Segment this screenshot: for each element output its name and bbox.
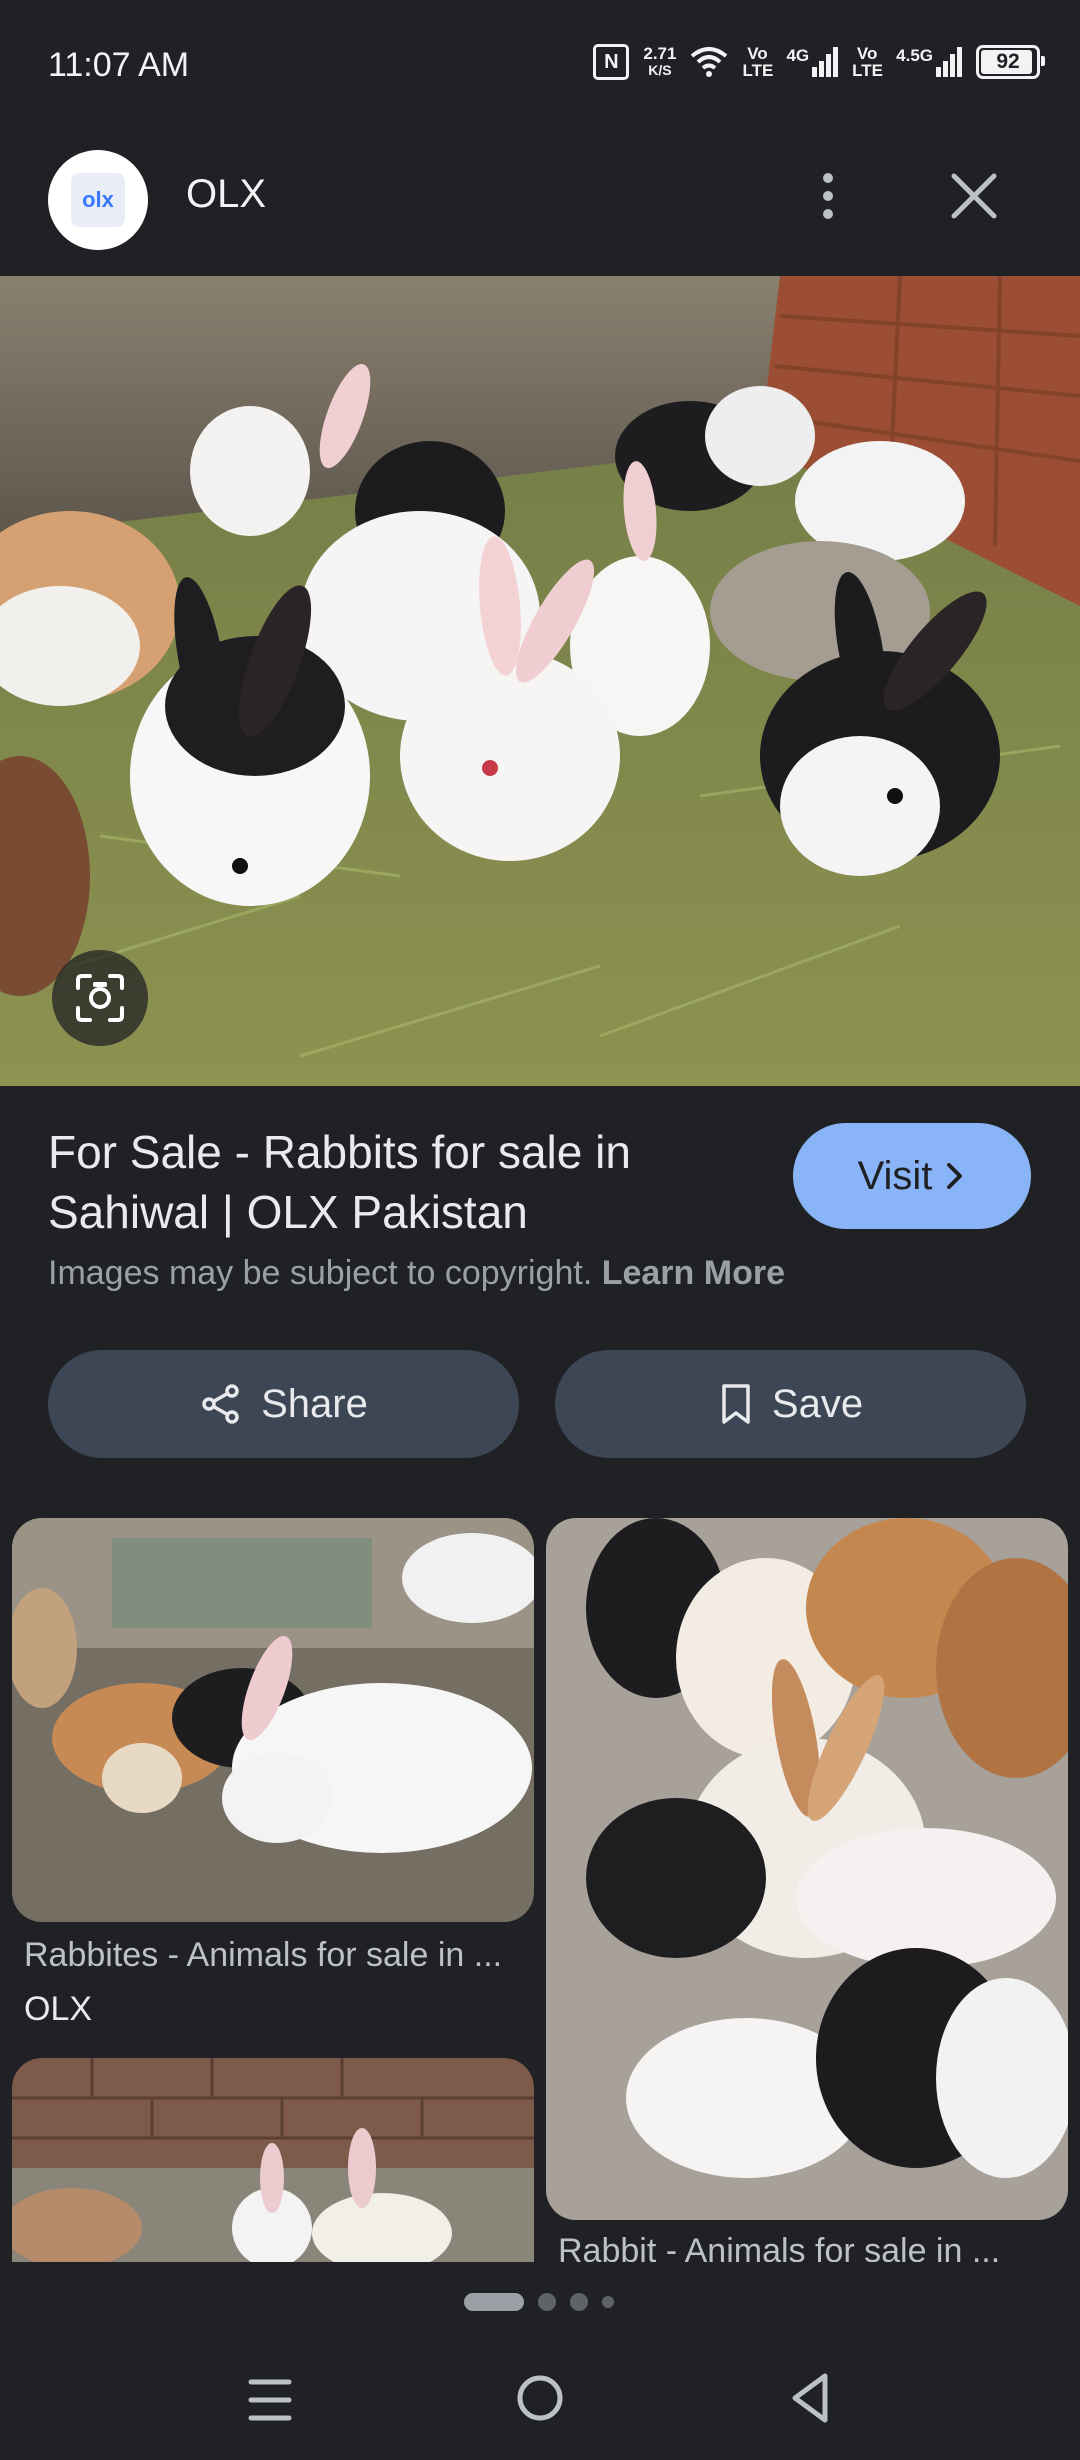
signal-bars-icon [936, 47, 962, 77]
status-time: 11:07 AM [48, 46, 190, 84]
save-button[interactable]: Save [555, 1350, 1026, 1458]
battery-icon: 92 [976, 45, 1045, 79]
app-header [0, 140, 1080, 275]
bottom-panel [0, 2262, 1080, 2460]
network-speed: 2.71 K/S [643, 45, 676, 79]
related-caption-2[interactable]: Rabbit - Animals for sale in ... [558, 2232, 1063, 2262]
status-bar: 11:07 AM N 2.71 K/S Vo LTE 4G Vo LTE 4.5… [0, 0, 1080, 140]
save-label: Save [771, 1381, 864, 1426]
visit-label: Visit [857, 1153, 933, 1198]
signal-1-label: 4G [786, 46, 810, 65]
nfc-label: N [604, 50, 619, 73]
page-indicator-dot [602, 2296, 614, 2308]
related-source-1: OLX [24, 1990, 93, 2028]
volte-1: Vo LTE [742, 44, 774, 80]
share-button[interactable]: Share [48, 1350, 519, 1458]
olx-logo-mark: olx [71, 173, 125, 227]
back-icon[interactable] [785, 2370, 837, 2426]
nfc-icon: N [593, 44, 630, 80]
more-vert-icon[interactable] [800, 168, 856, 224]
bookmark-icon [722, 1384, 750, 1424]
rabbits-photo-1 [12, 1518, 534, 1922]
related-image-1[interactable] [12, 1518, 534, 1922]
page-indicator [464, 2293, 614, 2311]
page-indicator-active [464, 2293, 524, 2311]
recent-apps-icon[interactable] [245, 2374, 295, 2426]
copyright-text: Images may be subject to copyright. [48, 1254, 593, 1292]
signal-1: 4G [786, 46, 839, 77]
page-indicator-dot [538, 2293, 556, 2311]
copyright-notice: Images may be subject to copyright. Lear… [48, 1254, 785, 1293]
olx-logo[interactable]: olx [48, 150, 148, 250]
wifi-icon [691, 47, 728, 77]
related-image-2[interactable] [546, 1518, 1068, 2220]
rabbits-photo [0, 276, 1080, 1086]
google-lens-button[interactable] [52, 950, 148, 1046]
learn-more-link[interactable]: Learn More [602, 1254, 785, 1292]
network-speed-value: 2.71 [643, 44, 677, 63]
page-indicator-dot [570, 2293, 588, 2311]
share-icon [202, 1384, 239, 1424]
close-icon[interactable] [944, 166, 1004, 226]
signal-2-label: 4.5G [896, 46, 933, 65]
status-icons: N 2.71 K/S Vo LTE 4G Vo LTE 4.5G 92 [593, 44, 1045, 80]
google-lens-icon [76, 974, 124, 1022]
result-title: For Sale - Rabbits for sale in Sahiwal |… [48, 1126, 631, 1238]
share-label: Share [261, 1381, 368, 1426]
hero-image[interactable] [0, 276, 1080, 1086]
related-image-3[interactable] [12, 2058, 534, 2262]
volte-2: Vo LTE [852, 44, 883, 80]
page-title: OLX [186, 172, 267, 216]
visit-button[interactable]: Visit [793, 1123, 1031, 1229]
signal-2: 4.5G [896, 47, 962, 77]
battery-level: 92 [996, 50, 1020, 73]
rabbits-photo-3 [12, 2058, 534, 2262]
signal-bars-icon [812, 47, 839, 77]
home-icon[interactable] [514, 2372, 566, 2424]
network-speed-unit: K/S [648, 62, 672, 78]
chevron-right-icon [947, 1163, 963, 1189]
related-caption-1[interactable]: Rabbites - Animals for sale in ... [24, 1936, 529, 1975]
rabbits-photo-2 [546, 1518, 1068, 2220]
